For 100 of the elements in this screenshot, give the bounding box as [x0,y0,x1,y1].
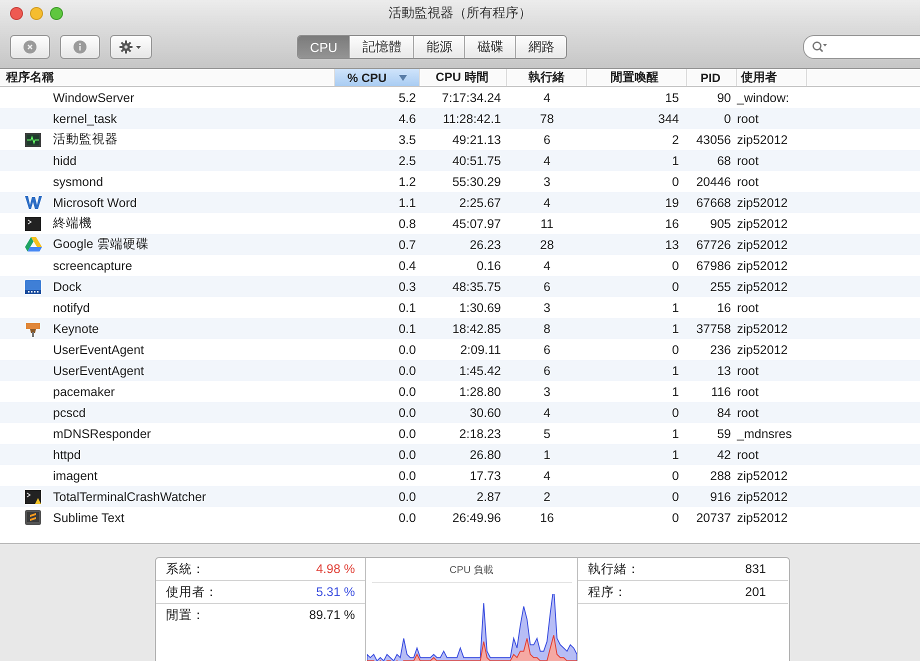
wakes-cell-text: 19 [664,196,680,210]
tab[interactable]: 網路 [516,36,566,58]
column-header[interactable]: 執行緒 [507,69,587,86]
stat-label: 系統： [166,560,205,578]
time-cell-text: 18:42.85 [451,322,502,336]
user-cell-text: root [737,364,760,378]
cpu-cell-text: 5.2 [398,90,417,104]
settings-button[interactable] [110,35,152,59]
cpu-cell-text: 3.5 [398,132,417,146]
close-icon[interactable] [10,6,23,20]
user-cell-text: zip52012 [737,490,789,504]
process-name: TotalTerminalCrashWatcher [53,490,206,504]
wakes-cell-text: 1 [671,154,680,168]
time-cell-text: 26:49.96 [451,510,502,524]
user-cell-text: root [737,448,760,462]
threads-cell-text: 1 [542,448,552,462]
cpu-cell-text: 0.8 [398,216,417,230]
zoom-icon[interactable] [50,6,63,20]
user-cell-text: _mdnsres [737,426,793,440]
stat-label: 程序： [588,584,627,600]
stat-label: 使用者： [166,584,218,600]
pid-cell-text: 59 [716,426,732,440]
time-cell-text: 2:09.11 [459,342,502,356]
user-cell-text: root [737,300,760,314]
info-icon [73,40,87,54]
pid-cell-text: 116 [710,384,732,398]
cpu-cell-text: 0.0 [398,406,417,420]
threads-cell-text: 2 [542,490,552,504]
time-cell-text: 1:30.69 [458,300,502,314]
chart-title: CPU 負載 [372,558,572,583]
threads-cell-text: 78 [539,112,555,126]
terminal-warning-icon [25,490,41,504]
minimize-icon[interactable] [30,6,43,20]
process-name: WindowServer [53,90,134,104]
time-cell-text: 30.60 [468,406,502,420]
user-cell-text: zip52012 [737,322,789,336]
pid-cell-text: 13 [716,364,732,378]
wakes-cell-text: 0 [671,174,680,188]
window-title: 活動監視器（所有程序） [388,4,532,22]
process-name: 終端機 [53,215,92,232]
wakes-cell-text: 1 [671,448,680,462]
process-name: kernel_task [53,112,117,126]
process-name: imagent [53,468,98,482]
cpu-cell-text: 0.4 [398,258,417,272]
monitor-icon [25,132,41,146]
column-header[interactable]: CPU 時間 [420,69,507,86]
user-cell-text: zip52012 [737,196,789,210]
column-header[interactable]: % CPU [335,69,420,86]
process-name: Google 雲端硬碟 [53,236,149,253]
pid-cell-text: 20737 [695,510,732,524]
wakes-cell-text: 2 [671,132,680,146]
tab[interactable]: 記憶體 [350,36,414,58]
cpu-cell-text: 0.0 [398,342,417,356]
user-cell-text: _window: [737,90,790,104]
threads-cell-text: 16 [539,510,555,524]
threads-cell-text: 6 [542,364,552,378]
time-cell-text: 40:51.75 [451,154,502,168]
threads-cell-text: 4 [542,468,552,482]
threads-cell-text: 4 [542,196,552,210]
threads-cell-text: 3 [542,384,552,398]
stat-value: 4.98 % [316,562,355,576]
column-header[interactable]: 閒置喚醒 [587,69,687,86]
process-name: Sublime Text [53,510,124,524]
process-name: mDNSResponder [53,426,151,440]
column-header[interactable]: 使用者 [737,69,807,86]
process-name: Microsoft Word [53,196,137,210]
podium-icon [25,320,41,336]
process-name: sysmond [53,174,104,188]
pid-cell-text: 905 [709,216,732,230]
wakes-cell-text: 15 [664,90,680,104]
time-cell-text: 17.73 [468,468,502,482]
pid-cell-text: 16 [716,300,732,314]
threads-cell-text: 8 [542,322,552,336]
pid-cell-text: 20446 [695,174,732,188]
tab[interactable]: 能源 [414,36,466,58]
cpu-cell-text: 0.0 [398,426,417,440]
wakes-cell-text: 1 [671,384,680,398]
search-icon [812,41,828,53]
threads-cell-text: 3 [542,300,552,314]
time-cell-text: 2:25.67 [458,196,502,210]
search-field[interactable] [803,35,920,59]
cpu-cell-text: 1.1 [398,196,417,210]
wakes-cell-text: 1 [671,426,680,440]
threads-cell-text: 6 [542,132,552,146]
threads-cell-text: 11 [540,216,554,230]
pid-cell-text: 0 [723,112,732,126]
pid-cell-text: 42 [716,448,732,462]
process-name: notifyd [53,300,90,314]
time-cell-text: 49:21.13 [451,132,502,146]
column-header[interactable]: PID [687,69,737,86]
tab[interactable]: 磁碟 [465,36,516,58]
info-button[interactable] [60,35,100,59]
gear-icon [119,40,143,54]
tab[interactable]: CPU [298,36,350,58]
stop-process-button[interactable] [10,35,50,59]
pid-cell-text: 43056 [695,132,732,146]
user-cell-text: zip52012 [737,258,789,272]
process-name: pcscd [53,406,86,420]
wakes-cell-text: 1 [671,300,680,314]
cpu-cell-text: 0.0 [398,510,417,524]
